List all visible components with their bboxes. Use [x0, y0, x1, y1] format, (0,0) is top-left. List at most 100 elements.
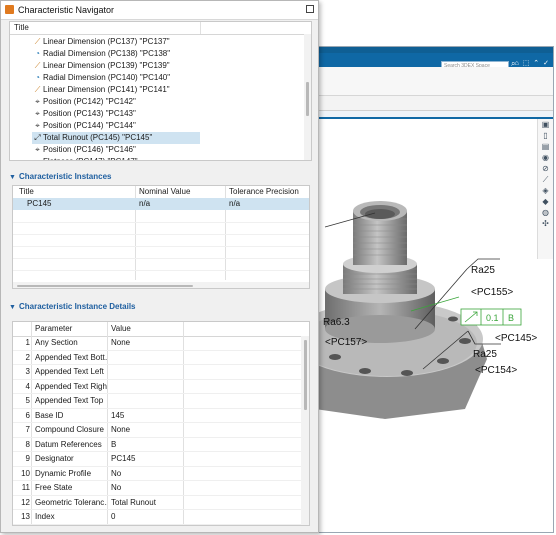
parameter-name: Free State	[35, 483, 73, 492]
layers-icon[interactable]: ▤	[542, 141, 550, 152]
instances-section-header[interactable]: ▼ Characteristic Instances	[9, 171, 112, 183]
column-header-value[interactable]: Value	[111, 323, 131, 335]
navigator-title: Characteristic Navigator	[18, 5, 115, 15]
tree-item[interactable]: ⌖ Position (PC142) "PC142"	[32, 96, 200, 108]
tree-item[interactable]: ⟋ Linear Dimension (PC139) "PC139"	[32, 60, 200, 72]
page-icon[interactable]: ▯	[543, 130, 547, 141]
row-number: 1	[25, 338, 30, 347]
tree-item[interactable]: ◔ Radial Dimension (PC140) "PC140"	[32, 72, 200, 84]
tolerance-datum: B	[508, 313, 514, 323]
cube-icon[interactable]: ▣	[542, 119, 550, 130]
tree-item[interactable]: ⟋ Linear Dimension (PC141) "PC141"	[32, 84, 200, 96]
parameter-name: Index	[35, 512, 55, 521]
explode-icon[interactable]: ✣	[542, 218, 549, 229]
table-row[interactable]: 8 Datum References B	[13, 438, 309, 453]
instance-tolerance-precision: n/a	[229, 199, 241, 208]
annotation-pc154[interactable]: <PC154>	[475, 365, 517, 376]
parameter-value[interactable]: Total Runout	[111, 496, 183, 511]
annotation-pc155[interactable]: <PC155>	[471, 287, 513, 298]
column-header-tolerance-precision[interactable]: Tolerance Precision	[229, 186, 299, 198]
annotation-pc157[interactable]: <PC157>	[325, 337, 367, 348]
parameter-value[interactable]: 0	[111, 510, 183, 525]
tree-column-header[interactable]: Title	[14, 22, 29, 34]
table-row[interactable]: 9 Designator PC145	[13, 452, 309, 467]
collapse-chevron-icon[interactable]: ▼	[9, 302, 19, 314]
cad-action-bar	[315, 67, 553, 96]
parameter-name: Designator	[35, 454, 74, 463]
table-row[interactable]: 3 Appended Text Left	[13, 365, 309, 380]
tree-item[interactable]: ⟋ Linear Dimension (PC137) "PC137"	[32, 36, 200, 48]
table-row[interactable]: 4 Appended Text Right	[13, 380, 309, 394]
table-row[interactable]: 2 Appended Text Bott…	[13, 351, 309, 365]
row-number: 7	[25, 425, 30, 434]
material-icon[interactable]: ◍	[542, 207, 549, 218]
characteristic-tree[interactable]: Title ⟋ Linear Dimension (PC137) "PC137" ◔…	[9, 21, 312, 161]
row-number: 2	[25, 352, 30, 362]
render-icon[interactable]: ◆	[542, 196, 548, 207]
row-number: 8	[25, 439, 30, 449]
table-row[interactable]: PC145 n/a n/a	[13, 198, 309, 210]
total-runout-icon: ⤢	[34, 133, 41, 142]
row-number: 6	[25, 410, 30, 420]
tree-item[interactable]: ⌖ Position (PC144) "PC144"	[32, 120, 200, 132]
maximize-icon[interactable]	[306, 5, 314, 13]
table-row[interactable]: 10 Dynamic Profile No	[13, 467, 309, 482]
annotation-pc145[interactable]: <PC145>	[495, 333, 537, 344]
position-icon: ⌖	[35, 121, 40, 130]
table-row[interactable]: 5 Appended Text Top	[13, 394, 309, 409]
details-section-header[interactable]: ▼ Characteristic Instance Details	[9, 301, 136, 313]
3d-viewport[interactable]: Ra25 <PC155> Ra6.3 <PC157> 0.1 B <PC145>…	[291, 119, 537, 531]
details-scrollbar[interactable]	[301, 336, 309, 525]
table-row[interactable]: 12 Geometric Toleranc… Total Runout	[13, 496, 309, 511]
tree-item-label: Linear Dimension (PC137) "PC137"	[43, 37, 170, 46]
cad-ribbon: Search 3DEX Space ⌕ ⌂ ⬚ ⌃ ✓	[315, 53, 553, 70]
roughness-label-ra63[interactable]: Ra6.3	[323, 317, 350, 328]
eye-icon[interactable]: ◉	[542, 152, 549, 163]
parameter-value[interactable]: None	[111, 423, 183, 438]
tree-item-label: Flatness (PC147) "PC147"	[43, 157, 138, 160]
ribbon-actions[interactable]: ⌂ ⬚ ⌃ ✓	[515, 59, 550, 67]
table-row[interactable]: 13 Index 0	[13, 510, 309, 525]
parameter-value[interactable]: No	[111, 467, 183, 482]
details-table[interactable]: Parameter Value 1 Any Section None 2 Appende…	[12, 321, 310, 526]
row-number: 9	[25, 454, 30, 463]
tree-item-label: Position (PC143) "PC143"	[43, 109, 136, 118]
roughness-label-ra25-top[interactable]: Ra25	[471, 265, 495, 276]
tree-item[interactable]: ⤢ Total Runout (PC145) "PC145"	[32, 132, 200, 144]
tolerance-frame[interactable]: 0.1 B	[460, 308, 522, 326]
bolt-hole	[437, 358, 449, 364]
navigator-titlebar: Characteristic Navigator	[1, 1, 318, 20]
tree-scrollbar[interactable]	[304, 34, 311, 160]
instances-horizontal-scrollbar[interactable]	[13, 282, 309, 288]
linear-dimension-icon: ⟋	[34, 37, 41, 46]
tree-item[interactable]: ◔ Radial Dimension (PC138) "PC138"	[32, 48, 200, 60]
parameter-value[interactable]: PC145	[111, 452, 183, 467]
tree-item[interactable]: ⌖ Position (PC146) "PC146"	[32, 144, 200, 156]
roughness-label-ra25-right[interactable]: Ra25	[473, 349, 497, 360]
tree-item-label: Radial Dimension (PC138) "PC138"	[43, 49, 171, 58]
flatness-icon: ▱	[32, 156, 43, 160]
tree-item[interactable]: ⌖ Position (PC143) "PC143"	[32, 108, 200, 120]
table-row[interactable]: 6 Base ID 145	[13, 409, 309, 424]
column-header-nominal-value[interactable]: Nominal Value	[139, 186, 190, 198]
parameter-value[interactable]: 145	[111, 409, 183, 424]
table-row[interactable]: 7 Compound Closure None	[13, 423, 309, 438]
parameter-name: Appended Text Bott…	[35, 352, 107, 362]
instance-title: PC145	[27, 199, 52, 208]
section-icon[interactable]: ◈	[542, 185, 548, 196]
tree-item[interactable]: ▱Flatness (PC147) "PC147"	[32, 156, 200, 160]
parameter-value[interactable]: None	[111, 336, 183, 351]
parameter-name: Datum References	[35, 439, 102, 449]
parameter-value[interactable]: No	[111, 481, 183, 496]
column-header-parameter[interactable]: Parameter	[35, 323, 72, 335]
table-row[interactable]: 1 Any Section None	[13, 336, 309, 351]
column-header-title[interactable]: Title	[19, 186, 34, 198]
parameter-name: Base ID	[35, 410, 64, 420]
parameter-value[interactable]: B	[111, 438, 183, 453]
collapse-chevron-icon[interactable]: ▼	[9, 172, 19, 184]
measure-icon[interactable]: ⟋	[543, 174, 549, 185]
hide-icon[interactable]: ⊘	[542, 163, 549, 174]
parameter-name: Appended Text Right	[35, 381, 107, 391]
table-row[interactable]: 11 Free State No	[13, 481, 309, 496]
instances-table[interactable]: Title Nominal Value Tolerance Precision …	[12, 185, 310, 289]
